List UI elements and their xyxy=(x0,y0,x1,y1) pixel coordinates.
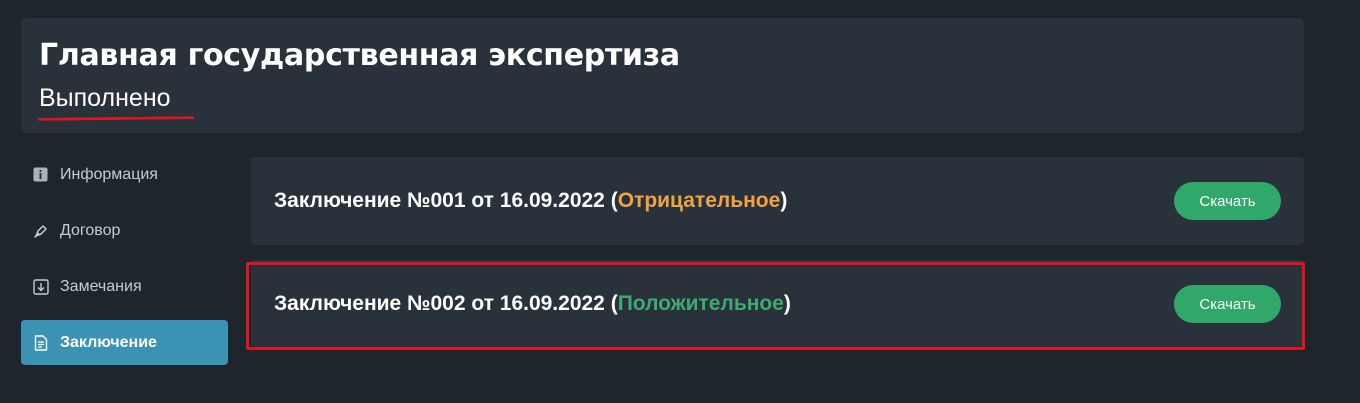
document-icon xyxy=(32,334,49,351)
sidebar: Информация Договор Замечания Заключение xyxy=(21,152,228,376)
conclusion-card: Заключение №001 от 16.09.2022 (Отрицател… xyxy=(251,157,1304,245)
sidebar-item-label: Замечания xyxy=(60,277,142,295)
sidebar-item-label: Заключение xyxy=(60,333,157,351)
pen-icon xyxy=(32,222,49,239)
page-title: Главная государственная экспертиза xyxy=(39,38,680,73)
page: Главная государственная экспертиза Выпол… xyxy=(0,0,1360,403)
sidebar-item-label: Информация xyxy=(60,165,158,183)
conclusion-card: Заключение №002 от 16.09.2022 (Положител… xyxy=(251,260,1304,348)
info-icon xyxy=(32,166,49,183)
verdict-positive: Положительное xyxy=(617,292,784,315)
conclusion-title-closing: ) xyxy=(780,189,788,212)
status-label: Выполнено xyxy=(37,84,195,121)
download-box-icon xyxy=(32,278,49,295)
conclusion-title-closing: ) xyxy=(783,292,791,315)
conclusion-title-text: Заключение №002 от 16.09.2022 ( xyxy=(274,292,618,315)
status-text: Выполнено xyxy=(39,84,171,112)
status-underline-annotation xyxy=(37,116,195,121)
header-card: Главная государственная экспертиза Выпол… xyxy=(21,18,1304,133)
sidebar-item-conclusion[interactable]: Заключение xyxy=(21,320,228,365)
conclusion-title: Заключение №001 от 16.09.2022 (Отрицател… xyxy=(274,189,787,213)
download-button[interactable]: Скачать xyxy=(1174,285,1281,323)
conclusion-title-text: Заключение №001 от 16.09.2022 ( xyxy=(274,189,618,212)
download-button[interactable]: Скачать xyxy=(1174,182,1281,220)
sidebar-item-contract[interactable]: Договор xyxy=(21,208,228,253)
sidebar-item-label: Договор xyxy=(60,221,121,239)
sidebar-item-info[interactable]: Информация xyxy=(21,152,228,197)
sidebar-item-remarks[interactable]: Замечания xyxy=(21,264,228,309)
verdict-negative: Отрицательное xyxy=(617,189,781,212)
conclusion-title: Заключение №002 от 16.09.2022 (Положител… xyxy=(274,292,791,316)
